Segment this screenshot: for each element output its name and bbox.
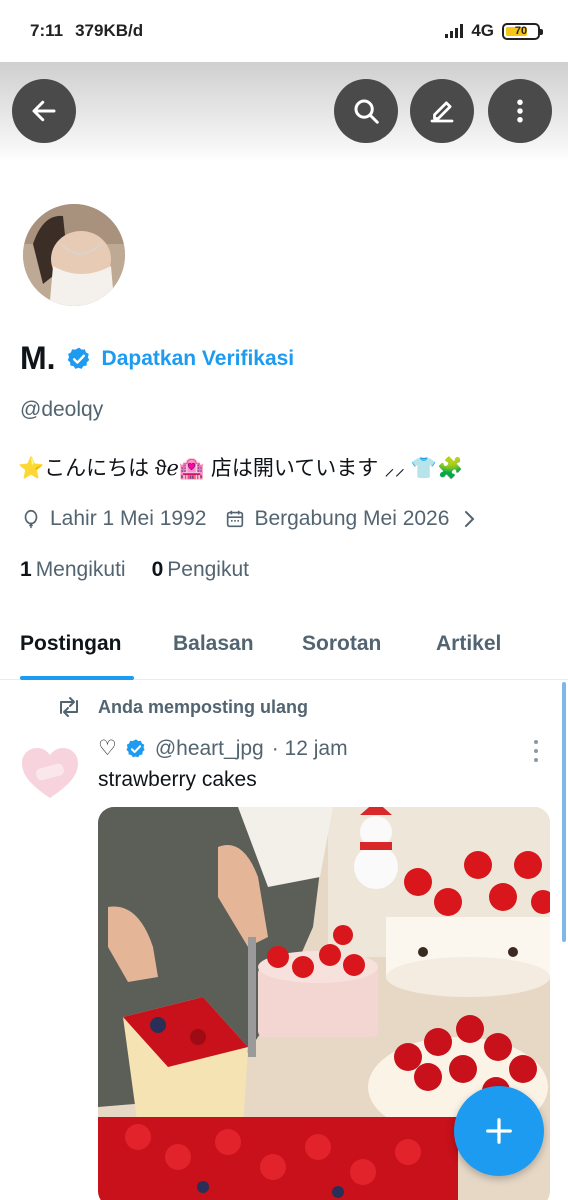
repost-indicator: Anda memposting ulang [56,696,308,718]
plus-icon [486,1118,512,1144]
profile-avatar[interactable] [20,201,128,309]
post-text: strawberry cakes [98,768,257,791]
heart-avatar-icon [22,748,78,798]
avatar-image [23,204,125,306]
repost-icon [60,697,78,717]
status-bar: 7:11 379KB/d 4G 70 [0,0,568,62]
repost-label: Anda memposting ulang [98,696,309,717]
more-options-button[interactable] [488,79,552,143]
back-button[interactable] [12,79,76,143]
compose-button[interactable] [454,1086,544,1176]
chevron-right-icon[interactable] [463,509,477,529]
tab-artikel[interactable]: Artikel [436,632,501,656]
profile-meta: Lahir 1 Mei 1992 Bergabung Mei 2026 [20,507,477,531]
following-count: 1 [20,558,32,581]
profile-handle: @deolqy [20,398,104,421]
active-tab-indicator [20,676,134,680]
more-vertical-icon [517,99,523,123]
tab-balasan[interactable]: Balasan [173,632,254,656]
profile-tabs: Postingan Balasan Sorotan Artikel [0,612,568,680]
birth-date: Lahir 1 Mei 1992 [50,507,207,530]
bio-text: ⭐こんにちは ϑℯ🏩 店は開いています ⸝⸝ 👕🧩 [18,457,464,480]
network-type: 4G [471,21,494,40]
verified-badge-icon [126,738,145,757]
pencil-icon [430,101,454,123]
tab-sorotan[interactable]: Sorotan [302,632,381,656]
search-icon [354,99,379,124]
get-verified-link[interactable]: Dapatkan Verifikasi [102,347,295,371]
profile-bio: ⭐こんにちは ϑℯ🏩 店は開いています ⸝⸝ 👕🧩 [18,452,463,482]
following-label: Mengikuti [35,558,126,581]
scrollbar[interactable] [562,682,566,942]
status-speed: 379KB/d [75,21,144,40]
name-row: M. Dapatkan Verifikasi [20,340,294,377]
battery-level: 70 [514,25,528,37]
following-link[interactable]: 1 Mengikuti [20,558,126,582]
battery-icon: 70 [502,22,543,40]
calendar-icon [227,510,244,528]
tab-postingan[interactable]: Postingan [20,632,122,656]
post-author-avatar[interactable] [20,746,80,802]
display-name: M. [20,340,56,376]
post-more-button[interactable] [526,738,546,764]
search-button[interactable] [334,79,398,143]
follow-stats: 1 Mengikuti 0 Pengikut [20,558,249,582]
arrow-left-icon [32,100,56,122]
profile-header [0,62,568,162]
followers-link[interactable]: 0 Pengikut [152,558,249,582]
signal-icon [445,24,464,38]
followers-count: 0 [151,558,164,581]
post-author-handle[interactable]: @heart_jpg [155,737,264,761]
followers-label: Pengikut [167,558,249,581]
verified-badge-icon [67,347,89,369]
post-time: · 12 jam [271,736,348,760]
join-date: Bergabung Mei 2026 [254,507,450,530]
status-time: 7:11 [30,21,64,40]
post-author-name[interactable]: ♡ [98,736,117,761]
edit-button[interactable] [410,79,474,143]
post-header: ♡ @heart_jpg · 12 jam [98,736,348,761]
balloon-icon [24,509,38,529]
